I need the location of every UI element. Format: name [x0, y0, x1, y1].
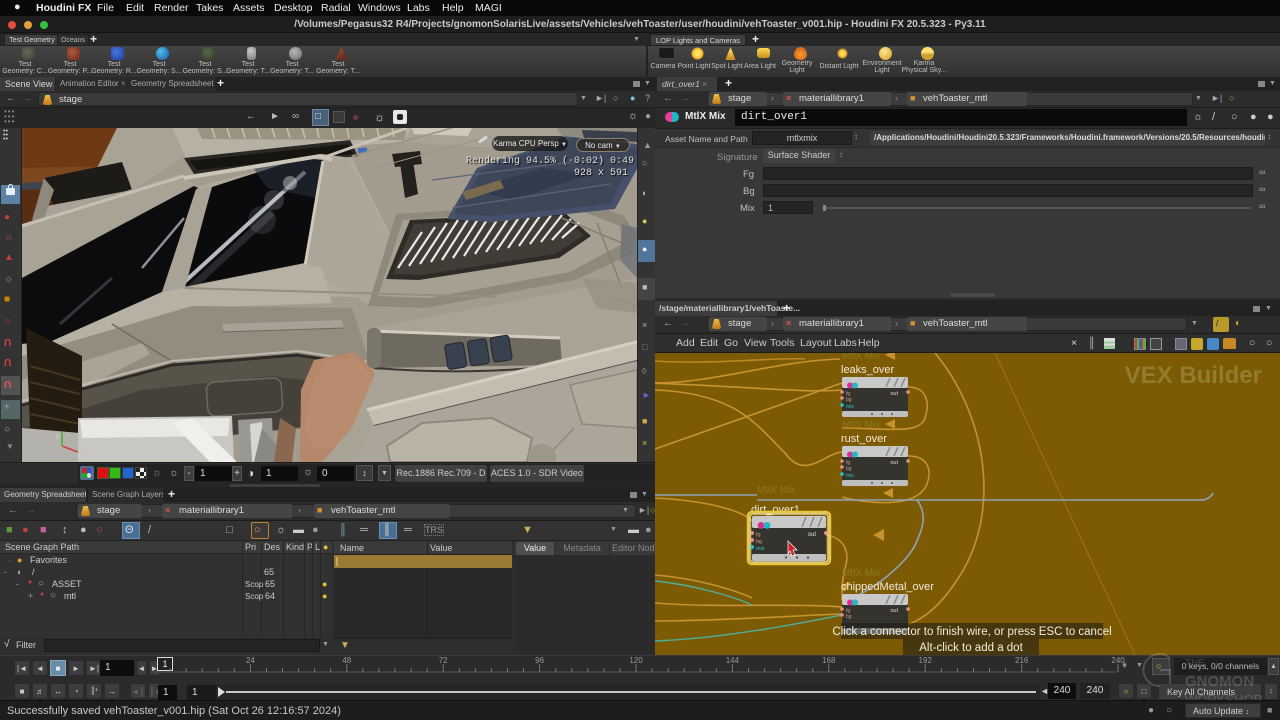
svg-text:chippedMetal_over: chippedMetal_over	[841, 581, 934, 593]
svg-text:fg: fg	[756, 532, 761, 538]
svg-text:MtlX Mix: MtlX Mix	[842, 420, 880, 431]
svg-text:GNOMON: GNOMON	[1185, 673, 1254, 690]
svg-text:MtlX Mix: MtlX Mix	[842, 353, 880, 362]
svg-text:144: 144	[726, 656, 740, 665]
svg-text:MtlX Mix: MtlX Mix	[842, 568, 880, 579]
svg-text:mix: mix	[756, 546, 765, 552]
svg-text:120: 120	[629, 656, 643, 665]
svg-text:bg: bg	[846, 614, 852, 620]
svg-text:72: 72	[439, 656, 448, 665]
svg-text:VEX Builder: VEX Builder	[1125, 362, 1262, 389]
svg-text:mix: mix	[846, 473, 854, 479]
svg-text:192: 192	[919, 656, 933, 665]
svg-text:y: y	[56, 433, 60, 440]
svg-text:24: 24	[246, 656, 255, 665]
svg-text:96: 96	[535, 656, 544, 665]
svg-text:Alt-click to add a dot: Alt-click to add a dot	[919, 642, 1023, 654]
svg-text:Click a connector to finish wi: Click a connector to finish wire, or pre…	[832, 626, 1111, 638]
svg-text:out: out	[890, 391, 898, 397]
svg-text:MtlX Mix: MtlX Mix	[757, 485, 795, 496]
svg-text:rust_over: rust_over	[841, 433, 887, 445]
svg-text:out: out	[890, 460, 898, 466]
svg-text:out: out	[808, 532, 817, 538]
svg-text:leaks_over: leaks_over	[841, 364, 895, 376]
svg-text:bg: bg	[846, 397, 852, 403]
svg-text:out: out	[890, 608, 898, 614]
svg-text:x: x	[78, 453, 82, 460]
svg-text:bg: bg	[756, 539, 762, 545]
svg-text:THE: THE	[1185, 658, 1205, 669]
svg-text:48: 48	[342, 656, 351, 665]
svg-text:240: 240	[1111, 656, 1125, 665]
svg-text:mix: mix	[846, 404, 854, 410]
svg-text:168: 168	[822, 656, 836, 665]
svg-text:216: 216	[1015, 656, 1029, 665]
svg-text:bg: bg	[846, 466, 852, 472]
